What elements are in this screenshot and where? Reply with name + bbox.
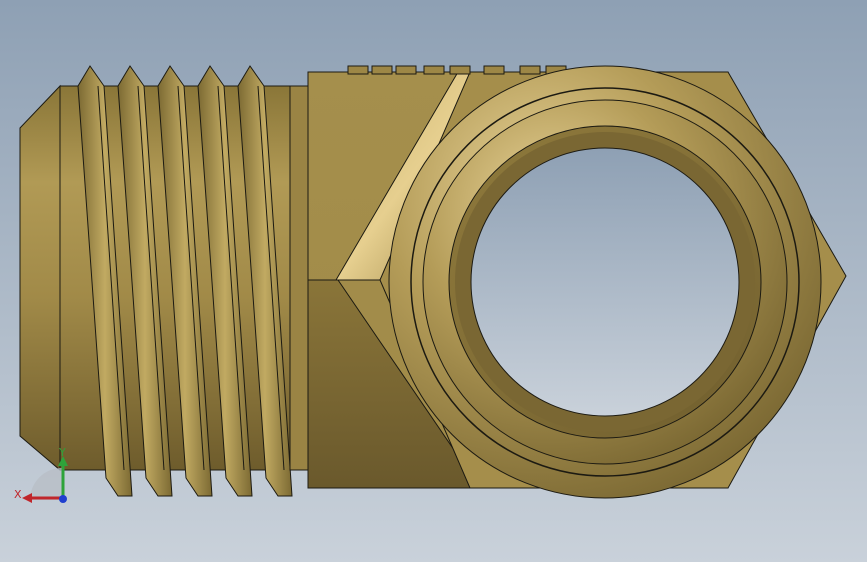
- knurl-tooth: [519, 65, 541, 75]
- brass-elbow-fitting[interactable]: [19, 65, 847, 499]
- port-hole: [470, 147, 740, 417]
- triad-z-axis: [59, 495, 67, 503]
- knurl-tooth: [449, 65, 471, 75]
- knurl-tooth: [423, 65, 445, 75]
- knurl-tooth: [395, 65, 417, 75]
- triad-x-label: X: [14, 488, 22, 501]
- flare-nose: [19, 84, 61, 472]
- shank-neck: [289, 85, 311, 471]
- cad-viewport[interactable]: Y X: [0, 0, 867, 562]
- knurl-teeth: [347, 65, 567, 75]
- triad-y-label: Y: [58, 446, 66, 459]
- knurl-tooth: [371, 65, 393, 75]
- knurl-tooth: [347, 65, 369, 75]
- knurl-tooth: [483, 65, 505, 75]
